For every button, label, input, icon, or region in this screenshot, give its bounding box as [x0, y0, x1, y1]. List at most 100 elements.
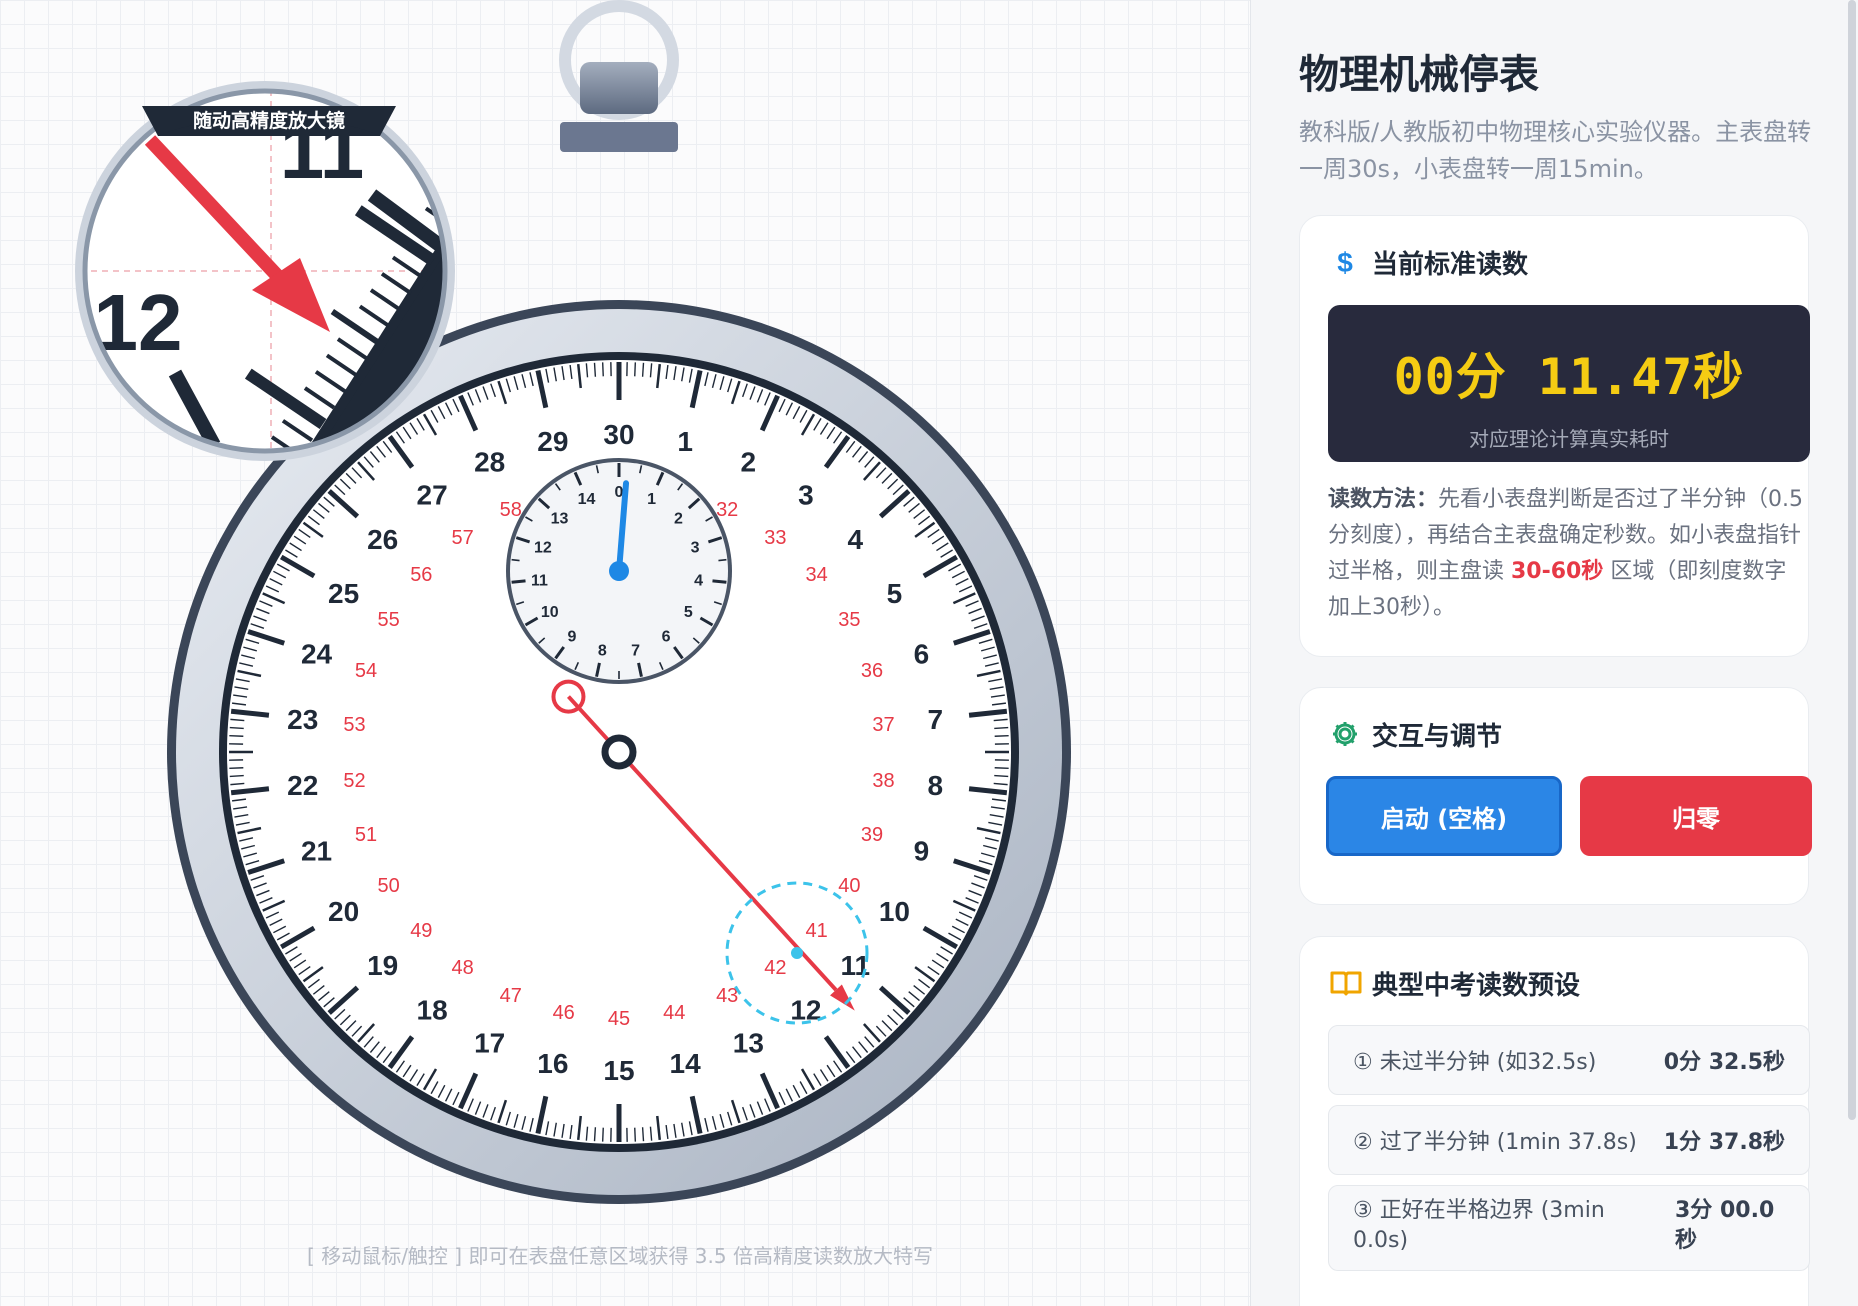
main-dial-inner-number: 58: [500, 499, 522, 521]
main-dial-tick: [634, 362, 637, 377]
presets-card: 典型中考读数预设 ① 未过半分钟 (如32.5s) 0分 32.5秒 ② 过了半…: [1299, 936, 1810, 1306]
main-dial-tick: [994, 767, 1009, 770]
main-dial-tick: [229, 774, 244, 778]
main-dial-inner-number: 52: [343, 770, 365, 792]
reading-value: 00分 11.47秒: [1393, 348, 1745, 406]
preset-item-2[interactable]: ② 过了半分钟 (1min 37.8s) 1分 37.8秒: [1328, 1105, 1810, 1175]
preset-value: 1分 37.8秒: [1663, 1130, 1785, 1155]
stopwatch-stage[interactable]: 30 1 2 3 4 5 6 7 8 9 10 11 12 13 14 15 16 17 18 19 20 21 22 23 2…: [0, 0, 1250, 1306]
main-dial-inner-number: 40: [838, 875, 860, 897]
method-highlight: 30-60秒: [1511, 559, 1604, 584]
subdial-number: 11: [531, 572, 548, 589]
main-dial-inner-number: 54: [355, 660, 377, 682]
reading-caption: 对应理论计算真实耗时: [1469, 427, 1669, 451]
book-icon: [1330, 968, 1362, 998]
control-panel: 物理机械停表 教科版/人教版初中物理核心实验仪器。主表盘转一周30s，小表盘转一…: [1251, 0, 1858, 1306]
center-pivot: [601, 734, 637, 770]
subdial-number: 1: [647, 491, 656, 508]
main-dial-number: 8: [927, 770, 943, 801]
main-dial-tick: [601, 1127, 604, 1142]
magnifier-label: 随动高精度放大镜: [193, 109, 345, 132]
preset-value: 0分 32.5秒: [1663, 1050, 1785, 1075]
main-dial-number: 5: [887, 578, 903, 609]
subdial-number: 13: [551, 510, 569, 527]
main-dial-inner-number: 53: [343, 714, 365, 736]
main-dial-tick: [229, 767, 244, 770]
controls-header: 交互与调节: [1372, 721, 1503, 752]
main-dial-inner-number: 47: [500, 985, 522, 1007]
preset-label: ① 未过半分钟 (如32.5s): [1353, 1050, 1597, 1075]
main-dial-tick: [601, 362, 604, 377]
main-dial-inner-number: 45: [608, 1008, 630, 1030]
subdial-number: 10: [541, 604, 559, 621]
presets-header: 典型中考读数预设: [1372, 970, 1581, 1001]
main-dial-tick: [994, 734, 1009, 737]
subdial-number: 2: [674, 510, 683, 527]
main-dial-inner-number: 51: [355, 824, 377, 846]
main-dial-inner-number: 50: [378, 875, 400, 897]
main-dial-inner-number: 44: [663, 1002, 685, 1024]
main-dial-number: 21: [301, 835, 332, 866]
main-dial-inner-number: 39: [861, 824, 883, 846]
main-dial-number: 23: [287, 704, 318, 735]
subdial-number: 14: [578, 491, 596, 508]
subdial-tick: [511, 558, 520, 562]
main-dial-number: 20: [328, 896, 359, 927]
preset-item-3[interactable]: ③ 正好在半格边界 (3min 0.0s) 3分 00.0秒: [1328, 1185, 1810, 1271]
main-dial-number: 2: [741, 446, 757, 477]
subdial-number: 6: [662, 629, 671, 646]
main-dial-inner-number: 48: [452, 957, 474, 979]
main-dial-number: 10: [879, 896, 910, 927]
panel-scrollbar[interactable]: [1848, 0, 1856, 1120]
preset-label: ③ 正好在半格边界 (3min 0.0s): [1353, 1198, 1605, 1253]
main-dial-tick: [641, 362, 645, 377]
main-dial-number: 13: [733, 1028, 764, 1059]
main-dial-number: 29: [537, 426, 568, 457]
main-dial-inner-number: 46: [553, 1002, 575, 1024]
reading-display: 00分 11.47秒 对应理论计算真实耗时: [1328, 305, 1810, 462]
main-dial-inner-number: 56: [410, 564, 432, 586]
main-dial-inner-number: 32: [716, 499, 738, 521]
main-dial-tick: [593, 362, 597, 377]
main-dial-number: 19: [367, 950, 398, 981]
reading-header: 当前标准读数: [1372, 249, 1529, 280]
main-dial-inner-number: 34: [806, 564, 828, 586]
main-dial-tick: [593, 1127, 597, 1142]
subdial-number: 12: [534, 539, 552, 556]
main-dial-inner-number: 41: [806, 920, 828, 942]
main-dial-number: 12: [790, 994, 821, 1025]
main-dial-number: 26: [367, 524, 398, 555]
controls-card: 交互与调节 启动 (空格) 归零: [1299, 687, 1812, 905]
start-button[interactable]: 启动 (空格): [1326, 776, 1562, 856]
main-dial-number: 24: [301, 639, 333, 670]
preset-item-1[interactable]: ① 未过半分钟 (如32.5s) 0分 32.5秒: [1328, 1025, 1810, 1095]
crown-knob[interactable]: [559, 0, 679, 152]
preset-label: ② 过了半分钟 (1min 37.8s): [1353, 1130, 1637, 1155]
subdial-number: 4: [694, 572, 703, 589]
main-dial-inner-number: 38: [872, 770, 894, 792]
preset-value: 3分 00.0秒: [1675, 1198, 1775, 1253]
reset-button[interactable]: 归零: [1580, 776, 1812, 856]
subdial-tick: [718, 558, 727, 562]
subdial-number: 3: [691, 539, 700, 556]
main-dial-number: 30: [603, 419, 634, 450]
main-dial-number: 3: [798, 480, 814, 511]
minute-subdial: 0 1234567891011121314: [506, 458, 732, 684]
subdial-number: 8: [598, 642, 607, 659]
main-dial-number: 6: [914, 639, 930, 670]
main-dial-inner-number: 37: [872, 714, 894, 736]
reading-card: $ 当前标准读数 00分 11.47秒 对应理论计算真实耗时 读数方法：先看小表…: [1299, 215, 1810, 657]
method-label: 读数方法：: [1328, 487, 1439, 512]
subdial-tick: [712, 579, 727, 584]
main-dial-number: 17: [474, 1028, 505, 1059]
main-dial-tick: [229, 734, 244, 737]
main-dial-number: 14: [670, 1048, 702, 1079]
main-dial-number: 27: [417, 480, 448, 511]
main-dial-tick: [634, 1127, 637, 1142]
main-dial-number: 25: [328, 578, 359, 609]
stopwatch-dial[interactable]: 30 12345678910111213141516171819202122232…: [0, 0, 1250, 1306]
main-dial-inner-number: 49: [410, 920, 432, 942]
page-subtitle: 教科版/人教版初中物理核心实验仪器。主表盘转一周30s，小表盘转一周15min。: [1299, 118, 1812, 183]
page-title: 物理机械停表: [1299, 52, 1539, 98]
main-dial-inner-number: 42: [764, 957, 786, 979]
